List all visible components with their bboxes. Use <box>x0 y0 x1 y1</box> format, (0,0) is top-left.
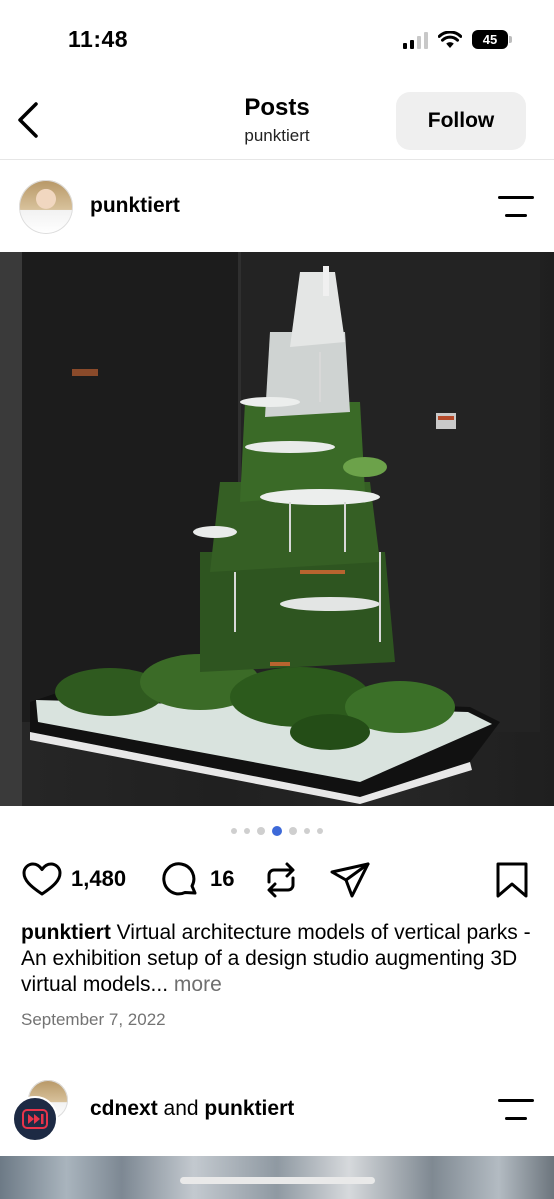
post-username[interactable]: punktiert <box>90 194 180 218</box>
avatar[interactable] <box>19 180 73 234</box>
carousel-dot <box>257 827 265 835</box>
cdnext-logo-icon <box>22 1109 48 1129</box>
signal-icon <box>403 31 428 49</box>
comment-icon[interactable] <box>158 858 202 902</box>
carousel-dot <box>231 828 237 834</box>
architecture-model-illustration <box>0 252 540 806</box>
post-caption: punktiert Virtual architecture models of… <box>21 920 535 998</box>
next-post-user-a[interactable]: cdnext <box>90 1097 158 1120</box>
carousel-dot <box>244 828 250 834</box>
repost-icon[interactable] <box>259 858 303 902</box>
carousel-dot <box>304 828 310 834</box>
comment-count[interactable]: 16 <box>210 866 234 892</box>
post-date: September 7, 2022 <box>21 1010 166 1029</box>
caption-username[interactable]: punktiert <box>21 921 111 944</box>
header-divider <box>0 159 554 160</box>
post-image[interactable] <box>0 252 554 806</box>
battery-icon: 45 <box>472 30 512 49</box>
menu-icon[interactable] <box>498 1099 534 1121</box>
wifi-icon <box>438 30 462 48</box>
next-post-user-b[interactable]: punktiert <box>204 1097 294 1120</box>
status-icons: 45 <box>403 30 512 49</box>
collab-avatar[interactable] <box>12 1096 58 1142</box>
carousel-dot <box>317 828 323 834</box>
bookmark-icon[interactable] <box>490 858 534 902</box>
next-post-users[interactable]: cdnext and punktiert <box>90 1097 294 1121</box>
status-time: 11:48 <box>68 26 129 52</box>
carousel-indicator <box>0 826 554 836</box>
heart-icon[interactable] <box>20 858 64 902</box>
send-icon[interactable] <box>328 858 372 902</box>
like-count[interactable]: 1,480 <box>71 866 126 892</box>
home-indicator[interactable] <box>180 1177 375 1184</box>
carousel-dot <box>289 827 297 835</box>
caption-more-link[interactable]: more <box>168 973 222 996</box>
next-post-joiner: and <box>157 1097 205 1120</box>
menu-icon[interactable] <box>498 196 534 218</box>
follow-button[interactable]: Follow <box>396 92 526 150</box>
battery-level: 45 <box>482 32 498 47</box>
carousel-dot-active <box>272 826 282 836</box>
